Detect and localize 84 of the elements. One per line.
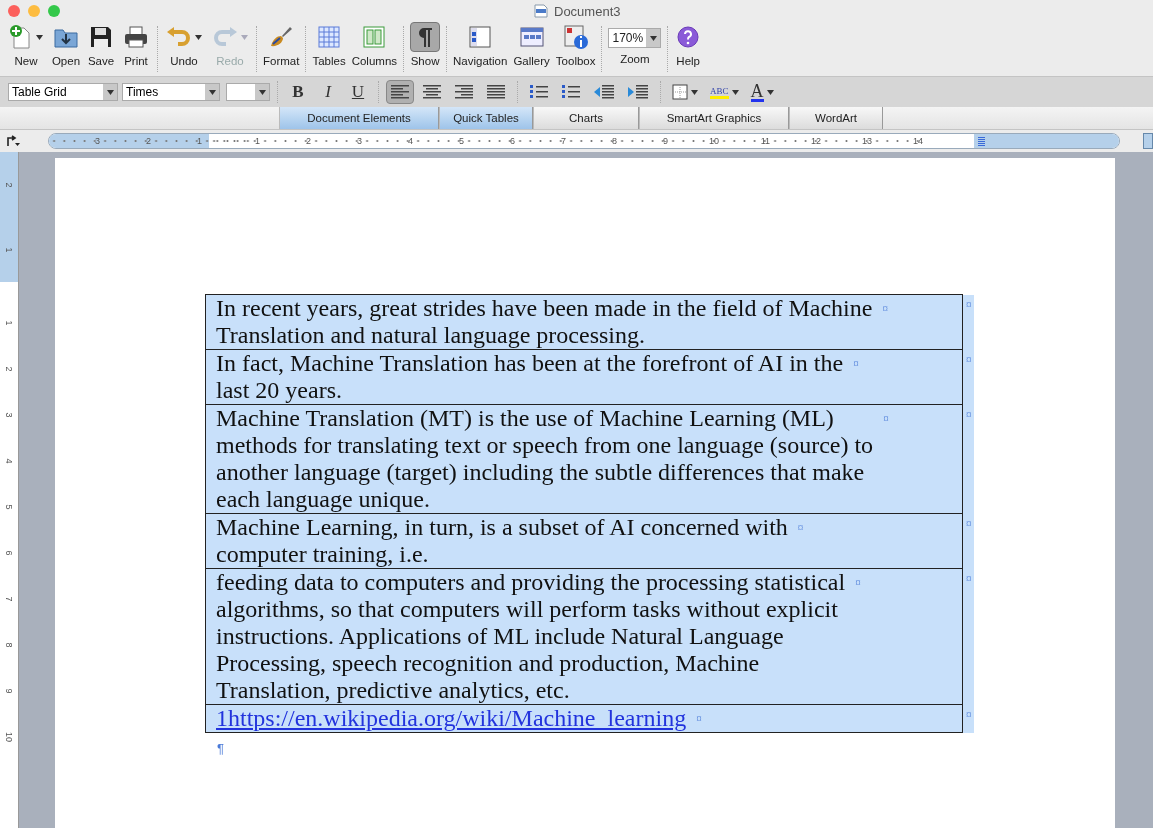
zoom-label: Zoom xyxy=(620,53,650,65)
table-grid-icon xyxy=(317,25,342,49)
caret-icon xyxy=(106,89,114,95)
format-toolbar-button[interactable]: Format xyxy=(260,22,303,67)
highlight-button[interactable]: ABC xyxy=(706,80,743,104)
ribbon-tab[interactable]: Document Elements xyxy=(279,107,439,129)
border-grid-icon xyxy=(672,84,688,100)
printer-icon xyxy=(123,25,149,49)
row-end-mark: ¤ xyxy=(966,707,972,720)
open-toolbar-button[interactable]: Open xyxy=(48,22,84,67)
undo-arrow-icon xyxy=(166,26,192,48)
caret-icon xyxy=(36,34,43,40)
caret-icon xyxy=(766,89,774,95)
new-document-icon xyxy=(9,24,33,50)
gallery-toolbar-button[interactable]: Gallery xyxy=(510,22,553,67)
view-toggle-button[interactable] xyxy=(1143,133,1153,149)
row-end-mark: ¤ xyxy=(966,297,972,310)
style-dropdown[interactable]: Table Grid xyxy=(8,83,118,101)
table-text: Machine Learning, in turn, is a subset of AI concerned with computer training, i.e. xyxy=(216,514,788,568)
help-toolbar-button[interactable]: Help xyxy=(671,22,706,67)
caret-icon xyxy=(208,89,216,95)
zoom-dropdown[interactable]: 170% xyxy=(608,28,662,48)
table-text: Machine Translation (MT) is the use of Machine Learning (ML) methods for translating text or speech from one language (source) to another language (target) including the subtle differences that make each language unique. xyxy=(216,405,874,513)
cell-end-mark: ¤ xyxy=(853,357,859,369)
gallery-window-icon xyxy=(518,25,545,49)
navigation-toolbar-button[interactable]: Navigation xyxy=(450,22,511,67)
margin-handle[interactable] xyxy=(978,136,985,146)
undo-toolbar-button[interactable]: Undo xyxy=(161,22,207,67)
cell-end-mark: ¤ xyxy=(882,302,888,314)
print-toolbar-button[interactable]: Print xyxy=(118,22,154,67)
link[interactable]: 1https://en.wikipedia.org/wiki/Machine_learning xyxy=(216,705,687,732)
table-text: In recent years, great strides have been made in the field of Machine Translation and natural language processing. xyxy=(216,295,873,349)
justify-icon xyxy=(486,84,506,100)
columns-toolbar-button[interactable]: Columns xyxy=(348,22,401,67)
font-color-button[interactable]: A xyxy=(746,80,778,104)
align-left-icon xyxy=(390,84,410,100)
caret-icon xyxy=(731,89,739,95)
numbered-list-icon xyxy=(529,84,549,100)
row-end-mark: ¤ xyxy=(966,571,972,584)
redo-arrow-icon xyxy=(212,26,238,48)
vertical-ruler: 2 1 1 2 3 4 5 6 7 8 9 10 xyxy=(0,152,19,828)
toolbox-info-icon xyxy=(562,24,589,50)
row-end-mark: ¤ xyxy=(966,516,972,529)
paragraph-mark: ¶ xyxy=(217,741,224,756)
navigation-pane-icon xyxy=(468,25,493,49)
cell-end-mark: ¤ xyxy=(797,521,804,533)
underline-button[interactable]: U xyxy=(345,80,371,104)
caret-icon xyxy=(649,35,657,41)
align-left-button[interactable] xyxy=(386,80,414,104)
tables-toolbar-button[interactable]: Tables xyxy=(309,22,349,67)
table-text: In fact, Machine Translation has been at the forefront of AI in the last 20 years. xyxy=(216,350,844,404)
align-right-icon xyxy=(454,84,474,100)
row-end-mark: ¤ xyxy=(966,407,972,420)
caret-icon xyxy=(195,34,202,40)
font-size-dropdown[interactable] xyxy=(226,83,270,101)
caret-icon xyxy=(691,89,698,95)
italic-button[interactable]: I xyxy=(315,80,341,104)
tab-stop-icon[interactable] xyxy=(6,135,20,147)
cell-end-mark: ¤ xyxy=(696,712,702,724)
toolbox-toolbar-button[interactable]: Toolbox xyxy=(552,22,599,67)
bullet-list-icon xyxy=(561,84,581,100)
bold-button[interactable]: B xyxy=(285,80,311,104)
document-icon xyxy=(533,3,549,19)
caret-icon xyxy=(258,89,266,95)
cell-end-mark: ¤ xyxy=(883,412,889,424)
new-toolbar-button[interactable]: New xyxy=(4,22,48,67)
horizontal-ruler[interactable]: 3 2 1 1 2 3 4 5 6 7 8 9 10 11 12 13 14 xyxy=(48,133,1120,149)
align-center-icon xyxy=(422,84,442,100)
ribbon-tab[interactable]: SmartArt Graphics xyxy=(639,107,789,129)
ribbon-tab[interactable]: Charts xyxy=(533,107,639,129)
ribbon-tab[interactable]: Quick Tables xyxy=(439,107,533,129)
close-window-button[interactable] xyxy=(8,5,20,17)
row-end-mark: ¤ xyxy=(966,352,972,365)
cell-end-mark: ¤ xyxy=(855,576,861,588)
save-toolbar-button[interactable]: Save xyxy=(84,22,118,67)
window-title: Document3 xyxy=(554,3,621,19)
outdent-icon xyxy=(593,84,615,100)
indent-icon xyxy=(627,84,649,100)
columns-icon xyxy=(362,25,387,49)
caret-icon xyxy=(241,34,248,40)
table-text: feeding data to computers and providing the processing statistical algorithms, so that computers will perform tasks without explicit instructions. Applications of ML include Natural Language Processing, speech recognition and production, Machine Translation, predictive analytics, etc. xyxy=(216,569,846,704)
help-icon xyxy=(676,25,701,49)
font-dropdown[interactable]: Times xyxy=(122,83,220,101)
ribbon-tab[interactable]: WordArt xyxy=(789,107,883,129)
